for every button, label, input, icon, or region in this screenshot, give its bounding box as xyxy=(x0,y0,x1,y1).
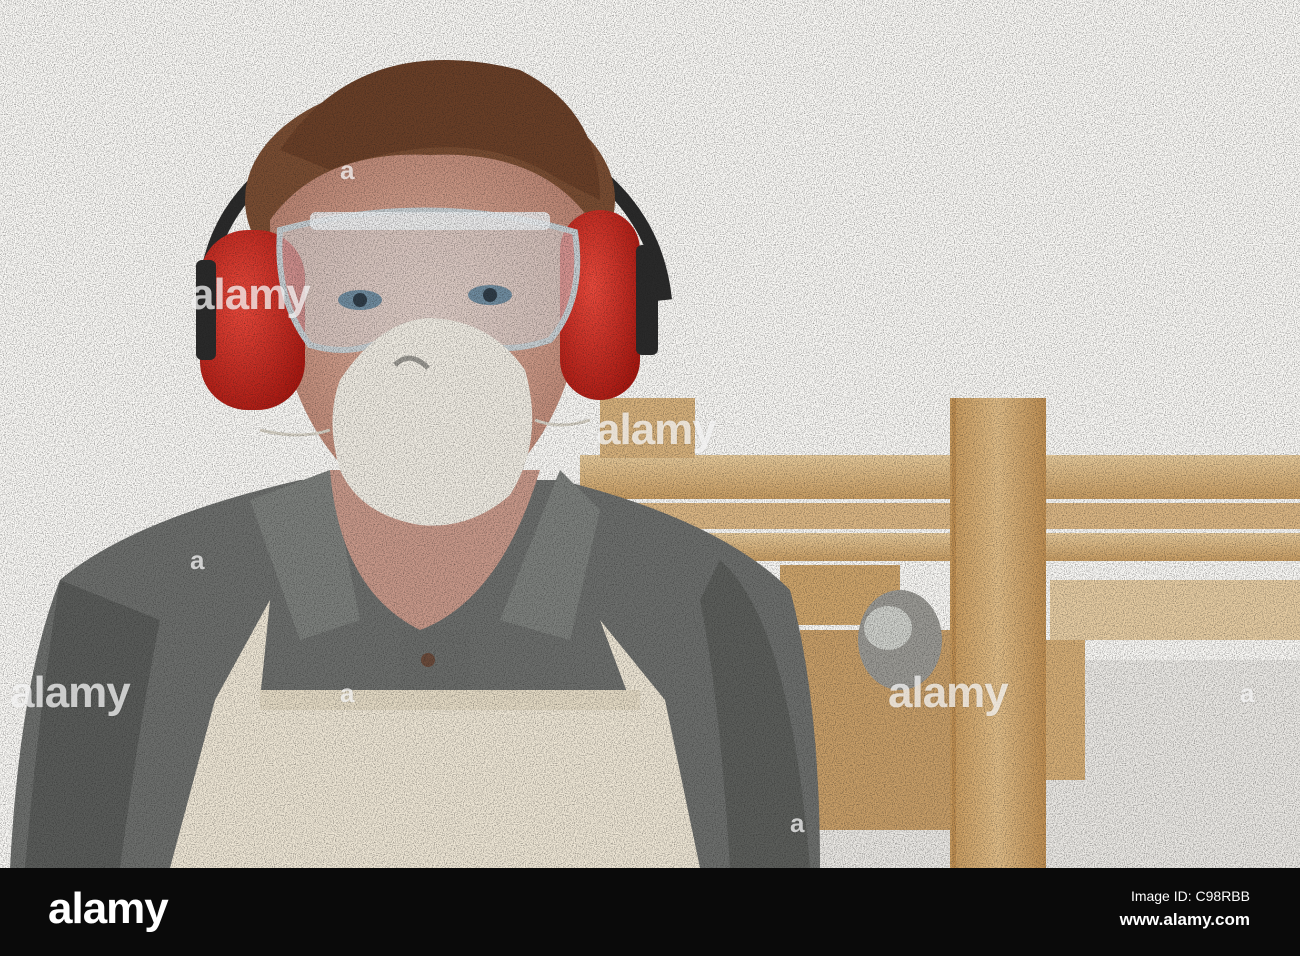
image-id-label: Image ID: C98RBB xyxy=(1130,888,1250,904)
watermark-letter: a xyxy=(340,155,355,185)
watermark-letter: a xyxy=(1240,678,1255,708)
watermark-letter: a xyxy=(190,545,205,575)
stock-photo: alamy alamy alamy alamy a a a a a alamy … xyxy=(0,0,1300,956)
alamy-logo: alamy xyxy=(48,884,169,933)
watermark-footer: alamy Image ID: C98RBB www.alamy.com xyxy=(0,868,1300,956)
watermark-text: alamy xyxy=(596,405,717,454)
watermark-text: alamy xyxy=(190,270,311,319)
alamy-url: www.alamy.com xyxy=(1119,910,1250,929)
watermark-text: alamy xyxy=(10,668,131,717)
watermark-letter: a xyxy=(340,678,355,708)
watermark-text: alamy xyxy=(888,668,1009,717)
watermark-letter: a xyxy=(790,808,805,838)
